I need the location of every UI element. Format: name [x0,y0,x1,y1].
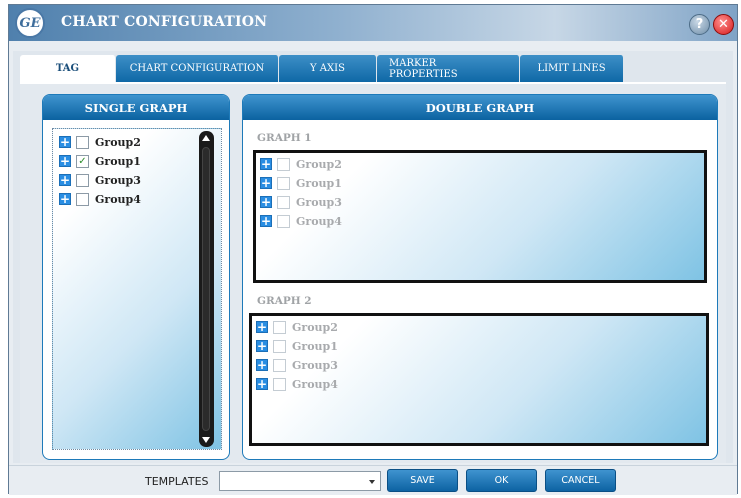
single-graph-header: SINGLE GRAPH [43,95,229,120]
tree-item-label: Group3 [296,195,342,209]
dropdown-arrow-icon[interactable] [369,480,375,484]
templates-label: TEMPLATES [145,475,209,488]
tree-item: + Group4 [59,190,141,208]
close-icon[interactable]: ✕ [713,14,734,35]
expand-plus-icon[interactable]: + [256,359,268,371]
tree-item-label: Group2 [292,320,338,334]
tree-item-label: Group1 [296,176,342,190]
group-checkbox[interactable] [76,135,89,149]
scroll-down-arrow-icon[interactable] [202,437,210,443]
group-checkbox[interactable] [273,320,286,334]
tab-limit-lines[interactable]: LIMIT LINES [520,55,624,82]
expand-plus-icon[interactable]: + [59,155,71,167]
group-checkbox-checked[interactable]: ✓ [76,154,89,168]
save-button[interactable]: SAVE [387,469,458,492]
graph2-tree[interactable]: + Group2 + Group1 + Group3 + Group4 [249,313,709,446]
dialog-content: TAG CHART CONFIGURATION Y AXIS MARKER PR… [13,51,733,463]
tree-item: + Group3 [260,193,342,211]
tree-item-label: Group1 [95,154,141,168]
tab-marker-properties[interactable]: MARKER PROPERTIES [377,55,520,82]
double-graph-header: DOUBLE GRAPH [243,95,717,120]
group-checkbox[interactable] [273,339,286,353]
scroll-thumb[interactable] [202,147,210,431]
scroll-up-arrow-icon[interactable] [202,135,210,141]
title-bar: GE CHART CONFIGURATION ? ✕ [9,5,737,41]
group-checkbox[interactable] [273,377,286,391]
tree-item-label: Group2 [296,157,342,171]
tree-item-label: Group3 [95,173,141,187]
tree-item: + Group2 [59,133,141,151]
double-graph-box: DOUBLE GRAPH GRAPH 1 + Group2 + Group1 + [242,94,718,460]
tree-item-label: Group3 [292,358,338,372]
tree-item: + Group4 [260,212,342,230]
expand-plus-icon[interactable]: + [59,193,71,205]
group-checkbox[interactable] [273,358,286,372]
group-checkbox[interactable] [277,157,290,171]
expand-plus-icon[interactable]: + [260,196,272,208]
vertical-scrollbar[interactable] [199,131,214,447]
tree-item-label: Group4 [95,192,141,206]
logo-text: GE [19,15,41,31]
tree-item: + Group1 [256,337,338,355]
group-checkbox[interactable] [277,214,290,228]
tree-item: + Group2 [260,155,342,173]
tree-item: + Group1 [260,174,342,192]
tree-item-label: Group2 [95,135,141,149]
graph2-label: GRAPH 2 [257,295,312,307]
tab-chart-configuration[interactable]: CHART CONFIGURATION [116,55,279,82]
tree-item-label: Group4 [292,377,338,391]
group-checkbox[interactable] [277,195,290,209]
expand-plus-icon[interactable]: + [260,177,272,189]
expand-plus-icon[interactable]: + [256,340,268,352]
graph1-tree[interactable]: + Group2 + Group1 + Group3 + Group4 [253,150,707,283]
expand-plus-icon[interactable]: + [256,321,268,333]
window-title: CHART CONFIGURATION [61,14,268,30]
group-checkbox[interactable] [76,173,89,187]
ok-button[interactable]: OK [466,469,537,492]
tree-item: + Group3 [59,171,141,189]
single-graph-tree[interactable]: + Group2 + ✓ Group1 + Group3 + Group4 [52,128,222,450]
expand-plus-icon[interactable]: + [260,158,272,170]
ge-logo-icon: GE [15,8,45,38]
tab-bar: TAG CHART CONFIGURATION Y AXIS MARKER PR… [20,55,624,82]
expand-plus-icon[interactable]: + [260,215,272,227]
help-icon[interactable]: ? [689,14,710,35]
tree-item-label: Group4 [296,214,342,228]
tree-item: + Group3 [256,356,338,374]
tree-item: + ✓ Group1 [59,152,141,170]
group-checkbox[interactable] [277,176,290,190]
tab-tag[interactable]: TAG [20,55,116,82]
tree-item-label: Group1 [292,339,338,353]
expand-plus-icon[interactable]: + [59,174,71,186]
tree-item: + Group2 [256,318,338,336]
expand-plus-icon[interactable]: + [59,136,71,148]
single-graph-box: SINGLE GRAPH + Group2 + ✓ Group1 + Group… [42,94,230,460]
tag-panel: SINGLE GRAPH + Group2 + ✓ Group1 + Group… [20,84,726,463]
cancel-button[interactable]: CANCEL [545,469,616,492]
chart-configuration-window: GE CHART CONFIGURATION ? ✕ TAG CHART CON… [8,4,738,495]
tab-y-axis[interactable]: Y AXIS [279,55,377,82]
tree-item: + Group4 [256,375,338,393]
graph1-label: GRAPH 1 [257,132,312,144]
group-checkbox[interactable] [76,192,89,206]
footer-bar: TEMPLATES SAVE OK CANCEL [9,465,737,495]
expand-plus-icon[interactable]: + [256,378,268,390]
templates-dropdown[interactable] [219,471,381,491]
